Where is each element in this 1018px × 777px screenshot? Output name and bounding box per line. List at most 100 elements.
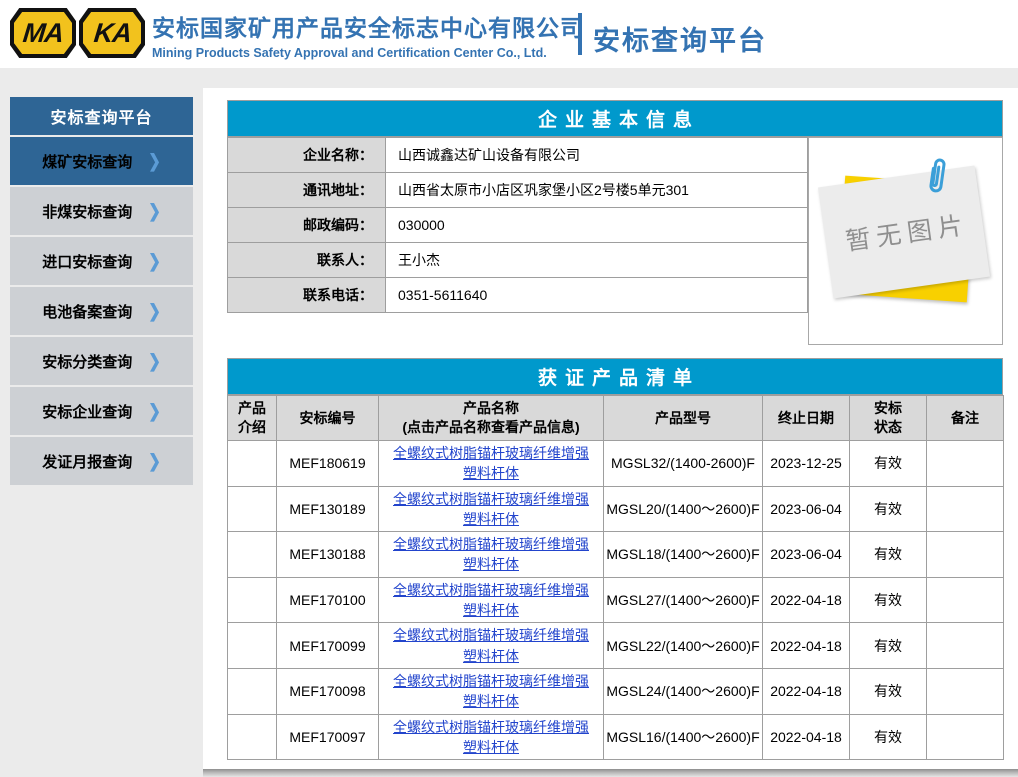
sidebar-item-6[interactable]: 安标企业查询 ❯ — [10, 387, 193, 435]
product-row: MEF170100 全螺纹式树脂锚杆玻璃纤维增强塑料杆体 MGSL27/(1400～… — [228, 577, 1004, 623]
product-name-cell: 全螺纹式树脂锚杆玻璃纤维增强塑料杆体 — [379, 714, 604, 760]
product-enddate-cell: 2022-04-18 — [763, 577, 850, 623]
info-row: 通讯地址：山西省太原市小店区巩家堡小区2号楼5单元301 — [228, 173, 808, 208]
product-name-cell: 全螺纹式树脂锚杆玻璃纤维增强塑料杆体 — [379, 486, 604, 532]
chevron-right-icon: ❯ — [148, 300, 161, 322]
bottom-gradient-bar — [203, 769, 1018, 777]
product-row: MEF130188 全螺纹式树脂锚杆玻璃纤维增强塑料杆体 MGSL18/(1400～… — [228, 532, 1004, 578]
product-model-cell: MGSL22/(1400～2600)F — [604, 623, 763, 669]
sidebar-item-1[interactable]: 煤矿安标查询❯ — [10, 137, 193, 185]
product-code-cell: MEF130188 — [277, 532, 379, 578]
product-code-cell: MEF170100 — [277, 577, 379, 623]
info-value: 030000 — [386, 208, 808, 243]
product-name-link[interactable]: 全螺纹式树脂锚杆玻璃纤维增强塑料杆体 — [393, 491, 589, 527]
company-info-table: 企业名称：山西诚鑫达矿山设备有限公司通讯地址：山西省太原市小店区巩家堡小区2号楼… — [227, 137, 808, 313]
product-row: MEF170098全螺纹式树脂锚杆玻璃纤维增强塑料杆体MGSL24/(1400～… — [228, 668, 1004, 714]
product-column-header: 产品型号 — [604, 396, 763, 441]
info-label: 企业名称： — [228, 138, 386, 173]
header-divider — [578, 13, 582, 55]
product-remark-cell — [927, 714, 1004, 760]
product-intro-cell — [228, 532, 277, 578]
product-status-cell: 有效 — [850, 441, 927, 487]
product-name-link[interactable]: 全螺纹式树脂锚杆玻璃纤维增强塑料杆体 — [393, 719, 589, 755]
sidebar-item-label: 非煤安标查询 — [42, 201, 132, 222]
company-info-section: 企业基本信息 企业名称：山西诚鑫达矿山设备有限公司通讯地址：山西省太原市小店区巩… — [227, 100, 1003, 345]
product-column-header: 产品 介绍 — [228, 396, 277, 441]
product-remark-cell — [927, 486, 1004, 532]
product-code-cell: MEF130189 — [277, 486, 379, 532]
sidebar-item-5[interactable]: 安标分类查询 ❯ — [10, 337, 193, 385]
info-row: 联系人：王小杰 — [228, 243, 808, 278]
chevron-right-icon: ❯ — [148, 350, 161, 372]
product-name-link[interactable]: 全螺纹式树脂锚杆玻璃纤维增强塑料杆体 — [393, 582, 589, 618]
product-status-cell: 有效 — [850, 532, 927, 578]
sidebar-item-2[interactable]: 非煤安标查询 ❯ — [10, 187, 193, 235]
company-info-title: 企业基本信息 — [227, 100, 1003, 137]
product-remark-cell — [927, 577, 1004, 623]
product-table: 产品 介绍安标编号产品名称 (点击产品名称查看产品信息)产品型号终止日期安标 状… — [227, 395, 1004, 760]
product-column-header: 备注 — [927, 396, 1004, 441]
org-name-zh: 安标国家矿用产品安全标志中心有限公司 — [152, 9, 584, 43]
sidebar-item-label: 发证月报查询 — [42, 451, 132, 472]
company-image-placeholder: 暂无图片 — [808, 137, 1003, 345]
product-status-cell: 有效 — [850, 714, 927, 760]
chevron-right-icon: ❯ — [148, 200, 161, 222]
sidebar-title: 安标查询平台 — [10, 97, 193, 135]
product-list-title: 获证产品清单 — [227, 358, 1003, 395]
product-intro-cell — [228, 714, 277, 760]
main-panel: 企业基本信息 企业名称：山西诚鑫达矿山设备有限公司通讯地址：山西省太原市小店区巩… — [203, 88, 1018, 769]
product-model-cell: MGSL16/(1400～2600)F — [604, 714, 763, 760]
product-code-cell: MEF170098 — [277, 668, 379, 714]
product-table-header-row: 产品 介绍安标编号产品名称 (点击产品名称查看产品信息)产品型号终止日期安标 状… — [228, 396, 1004, 441]
product-column-header: 终止日期 — [763, 396, 850, 441]
product-status-cell: 有效 — [850, 577, 927, 623]
sidebar-item-7[interactable]: 发证月报查询❯ — [10, 437, 193, 485]
product-model-cell: MGSL27/(1400～2600)F — [604, 577, 763, 623]
product-enddate-cell: 2022-04-18 — [763, 668, 850, 714]
placeholder-gray-card: 暂无图片 — [818, 166, 990, 299]
product-list-section: 获证产品清单 产品 介绍安标编号产品名称 (点击产品名称查看产品信息)产品型号终… — [227, 358, 1003, 760]
product-enddate-cell: 2023-06-04 — [763, 532, 850, 578]
chevron-right-icon: ❯ — [148, 400, 161, 422]
product-intro-cell — [228, 486, 277, 532]
product-name-cell: 全螺纹式树脂锚杆玻璃纤维增强塑料杆体 — [379, 577, 604, 623]
org-names: 安标国家矿用产品安全标志中心有限公司 Mining Products Safet… — [152, 9, 584, 60]
product-remark-cell — [927, 623, 1004, 669]
product-intro-cell — [228, 668, 277, 714]
product-enddate-cell: 2023-06-04 — [763, 486, 850, 532]
info-label: 通讯地址： — [228, 173, 386, 208]
sidebar-item-label: 安标企业查询 — [42, 401, 132, 422]
logo-badge-ma: MA — [10, 8, 76, 58]
sidebar-item-label: 进口安标查询 — [42, 251, 132, 272]
info-row: 企业名称：山西诚鑫达矿山设备有限公司 — [228, 138, 808, 173]
product-model-cell: MGSL18/(1400～2600)F — [604, 532, 763, 578]
product-row: MEF130189 全螺纹式树脂锚杆玻璃纤维增强塑料杆体 MGSL20/(1400～… — [228, 486, 1004, 532]
sidebar-item-label: 安标分类查询 — [42, 351, 132, 372]
product-row: MEF170097全螺纹式树脂锚杆玻璃纤维增强塑料杆体MGSL16/(1400～… — [228, 714, 1004, 760]
product-model-cell: MGSL20/(1400～2600)F — [604, 486, 763, 532]
product-name-link[interactable]: 全螺纹式树脂锚杆玻璃纤维增强塑料杆体 — [393, 445, 589, 481]
logo-badge-ka-label: KA — [92, 18, 132, 49]
platform-title: 安标查询平台 — [593, 19, 767, 58]
product-status-cell: 有效 — [850, 668, 927, 714]
product-name-link[interactable]: 全螺纹式树脂锚杆玻璃纤维增强塑料杆体 — [393, 673, 589, 709]
product-remark-cell — [927, 532, 1004, 578]
info-value: 山西省太原市小店区巩家堡小区2号楼5单元301 — [386, 173, 808, 208]
product-enddate-cell: 2023-12-25 — [763, 441, 850, 487]
product-enddate-cell: 2022-04-18 — [763, 623, 850, 669]
logo-badge-ka: KA — [79, 8, 145, 58]
product-name-link[interactable]: 全螺纹式树脂锚杆玻璃纤维增强塑料杆体 — [393, 627, 589, 663]
sidebar-item-3[interactable]: 进口安标查询❯ — [10, 237, 193, 285]
sidebar-item-4[interactable]: 电池备案查询 ❯ — [10, 287, 193, 335]
info-row: 联系电话：0351-5611640 — [228, 278, 808, 313]
info-label: 联系电话： — [228, 278, 386, 313]
sidebar-item-label: 电池备案查询 — [42, 301, 132, 322]
product-column-header: 安标编号 — [277, 396, 379, 441]
product-column-header: 产品名称 (点击产品名称查看产品信息) — [379, 396, 604, 441]
maka-logo-icon: MA KA — [10, 8, 145, 58]
info-label: 邮政编码： — [228, 208, 386, 243]
product-column-header: 安标 状态 — [850, 396, 927, 441]
org-name-en: Mining Products Safety Approval and Cert… — [152, 46, 584, 60]
product-name-link[interactable]: 全螺纹式树脂锚杆玻璃纤维增强塑料杆体 — [393, 536, 589, 572]
product-status-cell: 有效 — [850, 623, 927, 669]
